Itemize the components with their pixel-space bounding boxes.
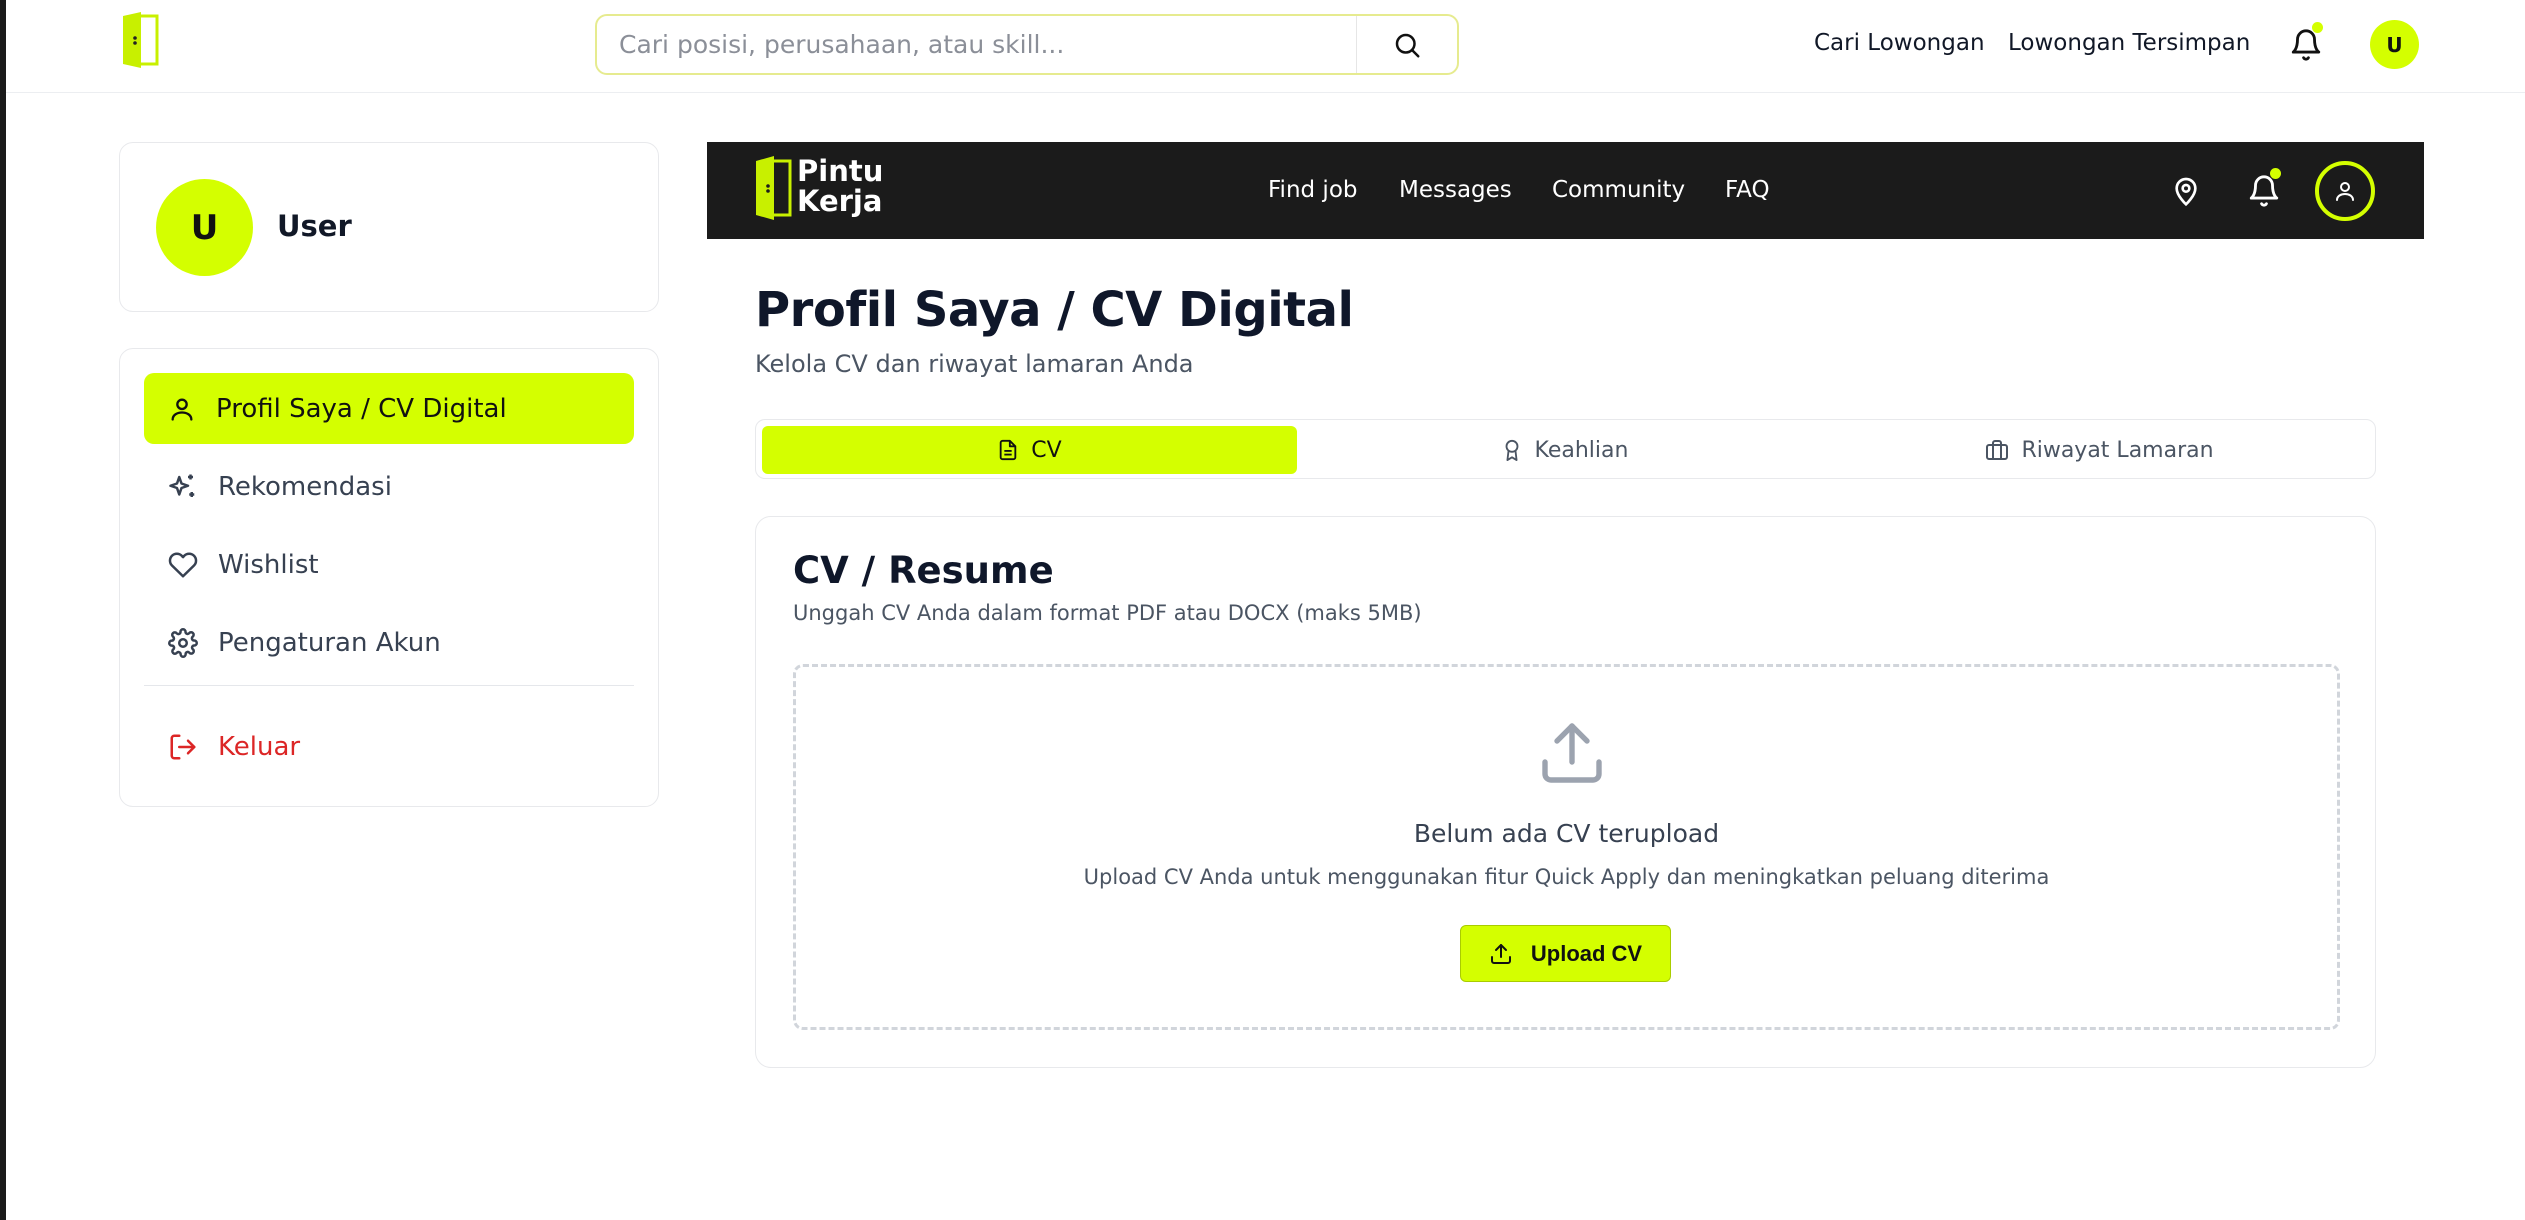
- sidebar-item-rekomendasi[interactable]: Rekomendasi: [144, 451, 634, 522]
- window-edge: [0, 0, 6, 1220]
- user-icon: [2336, 182, 2354, 201]
- door-logo-icon[interactable]: [754, 155, 794, 221]
- brand-line-2: Kerja: [797, 184, 883, 218]
- link-cari-lowongan[interactable]: Cari Lowongan: [1814, 30, 1985, 56]
- empty-state-title: Belum ada CV terupload: [1413, 819, 1720, 848]
- empty-state-description: Upload CV Anda untuk menggunakan fitur Q…: [1083, 865, 2050, 889]
- tab-keahlian[interactable]: Keahlian: [1297, 426, 1832, 474]
- sidebar-item-label: Pengaturan Akun: [218, 627, 441, 658]
- nav-community[interactable]: Community: [1552, 177, 1685, 203]
- notification-dot: [2270, 168, 2281, 179]
- nav-faq[interactable]: FAQ: [1725, 177, 1770, 203]
- gear-icon: [168, 627, 198, 658]
- map-pin-icon[interactable]: [2170, 175, 2202, 207]
- sidebar-item-profil[interactable]: Profil Saya / CV Digital: [144, 373, 634, 444]
- briefcase-icon: [1986, 440, 2009, 460]
- menu-divider: [144, 685, 634, 686]
- upload-cv-label: Upload CV: [1530, 940, 1643, 966]
- logout-button[interactable]: Keluar: [144, 711, 634, 782]
- upload-icon: [1490, 943, 1511, 964]
- tab-label: Keahlian: [1534, 437, 1629, 463]
- tab-label: Riwayat Lamaran: [2021, 437, 2214, 463]
- sidebar-menu: Profil Saya / CV Digital Rekomendasi Wis…: [119, 348, 659, 807]
- brand-line-1: Pintu: [797, 154, 884, 188]
- tab-cv[interactable]: CV: [762, 426, 1297, 474]
- search-input[interactable]: [597, 16, 1360, 73]
- logout-icon: [170, 734, 196, 759]
- cv-card: CV / Resume Unggah CV Anda dalam format …: [755, 516, 2376, 1068]
- cv-title: CV / Resume: [793, 549, 1054, 592]
- sidebar-item-label: Wishlist: [218, 549, 319, 580]
- tab-label: CV: [1031, 437, 1062, 463]
- sparkles-icon: [169, 474, 195, 497]
- search-button[interactable]: [1356, 16, 1457, 73]
- page-subtitle: Kelola CV dan riwayat lamaran Anda: [755, 350, 1194, 378]
- award-icon: [1505, 439, 1518, 461]
- page-title: Profil Saya / CV Digital: [755, 282, 1354, 338]
- sidebar-item-label: Profil Saya / CV Digital: [216, 393, 507, 424]
- logout-label: Keluar: [218, 731, 301, 762]
- user-icon: [171, 398, 193, 421]
- user-name: User: [277, 209, 352, 243]
- cv-dropzone[interactable]: Belum ada CV terupload Upload CV Anda un…: [793, 664, 2340, 1030]
- brand-name[interactable]: Pintu Kerja: [797, 156, 897, 216]
- nav-messages[interactable]: Messages: [1399, 177, 1512, 203]
- door-logo-icon[interactable]: [119, 10, 163, 70]
- avatar[interactable]: U: [2370, 20, 2419, 69]
- heart-icon: [168, 552, 198, 577]
- top-header: Cari Lowongan Lowongan Tersimpan U: [6, 0, 2525, 93]
- search-icon: [1395, 33, 1420, 57]
- nav-find-job[interactable]: Find job: [1268, 177, 1358, 203]
- upload-cv-button[interactable]: Upload CV: [1460, 925, 1671, 982]
- upload-icon: [1542, 723, 1602, 783]
- profile-avatar-button[interactable]: [2315, 161, 2375, 221]
- link-lowongan-tersimpan[interactable]: Lowongan Tersimpan: [2008, 30, 2250, 56]
- app-navbar: Pintu Kerja Find job Messages Community …: [707, 142, 2424, 239]
- file-icon: [1000, 439, 1017, 461]
- sidebar-item-pengaturan[interactable]: Pengaturan Akun: [144, 607, 634, 678]
- tab-riwayat-lamaran[interactable]: Riwayat Lamaran: [1832, 426, 2367, 474]
- sidebar-item-label: Rekomendasi: [218, 471, 392, 502]
- notification-dot: [2312, 22, 2323, 33]
- profile-tabs: CV Keahlian Riwayat Lamaran: [755, 419, 2376, 479]
- sidebar-item-wishlist[interactable]: Wishlist: [144, 529, 634, 600]
- search-box: [595, 14, 1459, 75]
- user-card: U User: [119, 142, 659, 312]
- cv-description: Unggah CV Anda dalam format PDF atau DOC…: [793, 601, 1422, 625]
- user-avatar: U: [156, 179, 253, 276]
